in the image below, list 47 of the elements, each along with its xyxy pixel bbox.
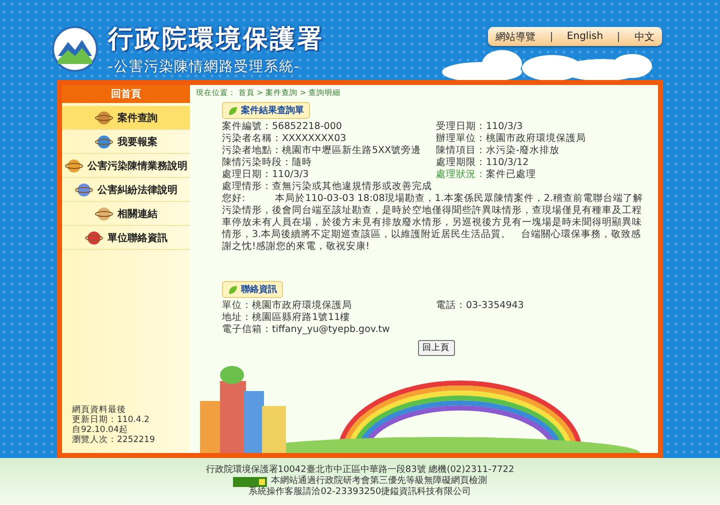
- back-button[interactable]: 回上頁: [418, 340, 454, 356]
- result-text: 處理情形：查無污染或其他違規情形或改善完成: [222, 181, 433, 193]
- visit-stats-text: 網頁資料最後: [72, 405, 127, 415]
- case-field: 處理狀況：案件已處理: [436, 169, 650, 181]
- planet-icon: [94, 110, 112, 126]
- planet-icon: [64, 158, 82, 174]
- leaf-icon: [228, 284, 238, 294]
- planet-icon: [94, 206, 112, 222]
- visit-stats-text: 瀏覽人次：2252219: [72, 435, 156, 445]
- case-field: 污染者地點：桃園市中壢區新生路5XX號旁邊: [222, 145, 436, 157]
- sidebar-item[interactable]: 公害污染陳情業務說明: [62, 154, 190, 178]
- case-field: 案件編號：56852218-000: [222, 121, 436, 133]
- nav-link[interactable]: English: [566, 31, 604, 42]
- footer-accessibility-text: 本網站通過行政院研考會第三優先等級無障礙網頁檢測: [271, 476, 487, 486]
- case-field: 陳情污染時段：隨時: [222, 157, 436, 169]
- sidebar-item[interactable]: 我要報案: [62, 130, 190, 154]
- planet-icon: [94, 134, 112, 150]
- case-field: 陳情項目：水污染-廢水排放: [436, 145, 650, 157]
- visit-stats-text: 更新日期：110.4.2: [72, 415, 150, 425]
- sidebar-item[interactable]: 案件查詢: [62, 106, 190, 130]
- case-field: 受理日期：110/3/3: [436, 121, 650, 133]
- section-heading: 聯絡資訊: [222, 281, 283, 298]
- nav-link[interactable]: 中文: [634, 30, 654, 44]
- system-subtitle: -公害污染陳情網路受理系統-: [108, 58, 302, 76]
- footer-support-text: 系統操作客服請洽02-23393250捷鎰資訊科技有限公司: [248, 487, 472, 498]
- leaf-icon: [228, 106, 238, 116]
- contact-field: 單位：桃園市政府環境保護局: [222, 300, 436, 312]
- mountain-logo-icon: [52, 26, 98, 72]
- contact-field: 地址：桃園區縣府路1號11樓: [222, 312, 436, 324]
- contact-field: 電話：03-3354943: [436, 300, 650, 312]
- reply-text: 您好: 本局於110-03-03 18:08現場勘查，1.本案係民眾陳情案件，2.稽查前電聯台端了解污染情形，後會同台端至該址勘查，是時於空地僅得聞些許異味情形，查現場僅見有種車及工程車停放未有人員在場，於後方未見有排放廢水情形，另巡視後方見有一塊場是時未聞得明顯異味情形，3.本局後續將不定期巡查該區，以維護附近居民生活品質。 台端關心環保事務，敬致感謝之忱!感謝您的來電，敬祝安康!: [222, 193, 644, 253]
- agency-title: 行政院環境保護署: [108, 23, 324, 55]
- contact-field: 電子信箱：tiffany_yu@tyepb.gov.tw: [222, 324, 436, 336]
- visit-stats-text: 自92.10.04起: [72, 425, 129, 435]
- case-field: 污染者名稱：XXXXXXXX03: [222, 133, 436, 145]
- sidebar-item[interactable]: 公害糾紛法律說明: [62, 178, 190, 202]
- sidebar-item[interactable]: 相關連結: [62, 202, 190, 226]
- nav-link[interactable]: 網站導覽: [496, 30, 536, 44]
- case-field: 辦理單位：桃園市政府環境保護局: [436, 133, 650, 145]
- sidebar-item[interactable]: 單位聯絡資訊: [62, 226, 190, 250]
- accessibility-badge-icon: [233, 476, 267, 486]
- footer-address: 行政院環境保護署10042臺北市中正區中華路一段83號 總機(02)2311-7722: [206, 465, 514, 476]
- case-field: 處理日期：110/3/3: [222, 169, 436, 181]
- planet-icon: [74, 182, 92, 198]
- planet-icon: [84, 230, 102, 246]
- section-heading: 案件結果查詢單: [222, 102, 310, 119]
- case-field: 處理期限：110/3/12: [436, 157, 650, 169]
